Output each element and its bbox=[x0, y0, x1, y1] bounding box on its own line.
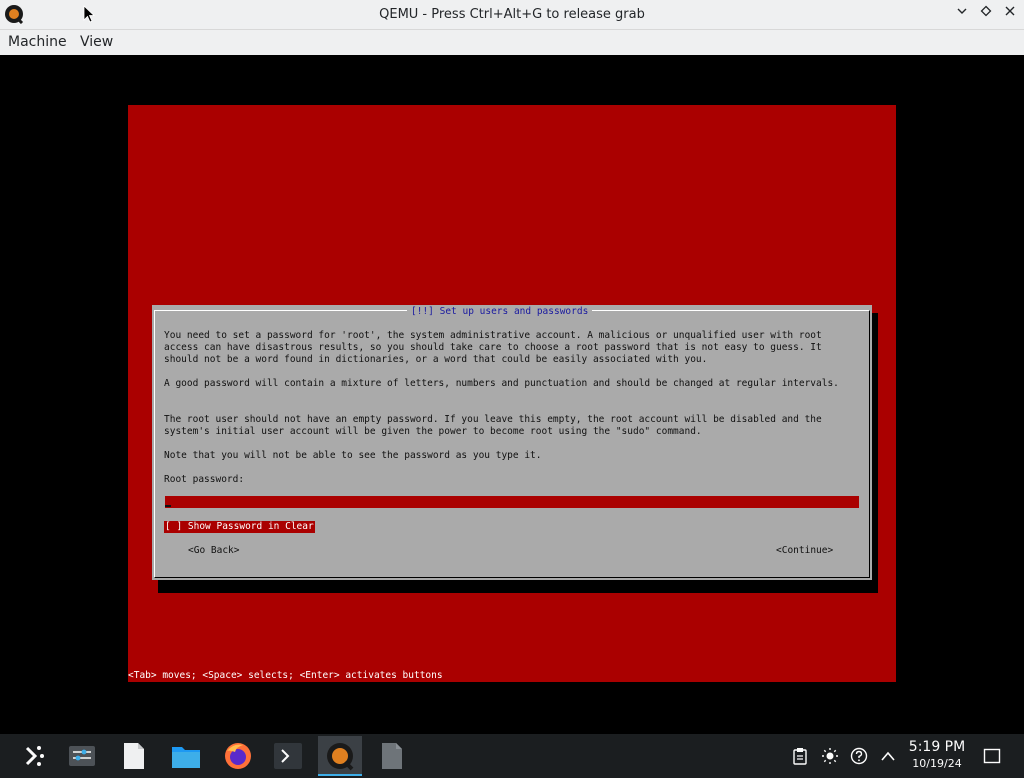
paragraph-empty-password: The root user should not have an empty p… bbox=[164, 414, 828, 437]
document-icon[interactable] bbox=[370, 736, 414, 776]
root-password-input[interactable] bbox=[165, 496, 859, 508]
window-titlebar: QEMU - Press Ctrl+Alt+G to release grab bbox=[0, 0, 1024, 30]
paragraph-good-password: A good password will contain a mixture o… bbox=[164, 378, 839, 389]
paragraph-root-account: You need to set a password for 'root', t… bbox=[164, 330, 828, 365]
text-cursor bbox=[165, 505, 171, 507]
show-desktop-icon[interactable] bbox=[982, 746, 1002, 766]
taskbar bbox=[0, 734, 1024, 778]
go-back-button[interactable]: <Go Back> bbox=[188, 545, 239, 557]
file-manager-icon[interactable] bbox=[164, 736, 208, 776]
help-icon[interactable] bbox=[849, 746, 869, 766]
continue-button[interactable]: <Continue> bbox=[776, 545, 833, 557]
clock-time[interactable]: 5:19 PM bbox=[904, 739, 970, 755]
menu-view[interactable]: View bbox=[80, 30, 113, 55]
menu-machine[interactable]: Machine bbox=[8, 30, 67, 55]
mouse-cursor-icon bbox=[83, 5, 96, 23]
qemu-taskbar-icon[interactable] bbox=[318, 736, 362, 776]
brightness-icon[interactable] bbox=[820, 746, 840, 766]
firefox-icon[interactable] bbox=[216, 736, 260, 776]
clock-date[interactable]: 10/19/24 bbox=[904, 757, 970, 770]
minimize-icon[interactable] bbox=[951, 4, 973, 24]
menu-bar: Machine View bbox=[0, 30, 1024, 55]
expand-tray-icon[interactable] bbox=[878, 746, 898, 766]
terminal-icon[interactable] bbox=[266, 736, 310, 776]
app-launcher-icon[interactable] bbox=[12, 736, 56, 776]
paragraph-hidden-typing: Note that you will not be able to see th… bbox=[164, 450, 542, 461]
users-passwords-dialog: [!!] Set up users and passwords You need… bbox=[152, 305, 872, 580]
vm-display[interactable]: <Tab> moves; <Space> selects; <Enter> ac… bbox=[0, 55, 1024, 734]
show-password-checkbox[interactable]: [ ] Show Password in Clear bbox=[164, 521, 315, 533]
dialog-title: [!!] Set up users and passwords bbox=[407, 305, 593, 319]
maximize-icon[interactable] bbox=[975, 4, 997, 24]
window-title: QEMU - Press Ctrl+Alt+G to release grab bbox=[379, 7, 645, 22]
help-line: <Tab> moves; <Space> selects; <Enter> ac… bbox=[128, 670, 443, 681]
root-password-label: Root password: bbox=[164, 474, 245, 485]
system-settings-icon[interactable] bbox=[60, 736, 104, 776]
clipboard-icon[interactable] bbox=[790, 746, 810, 766]
text-file-icon[interactable] bbox=[112, 736, 156, 776]
close-icon[interactable] bbox=[999, 4, 1021, 24]
